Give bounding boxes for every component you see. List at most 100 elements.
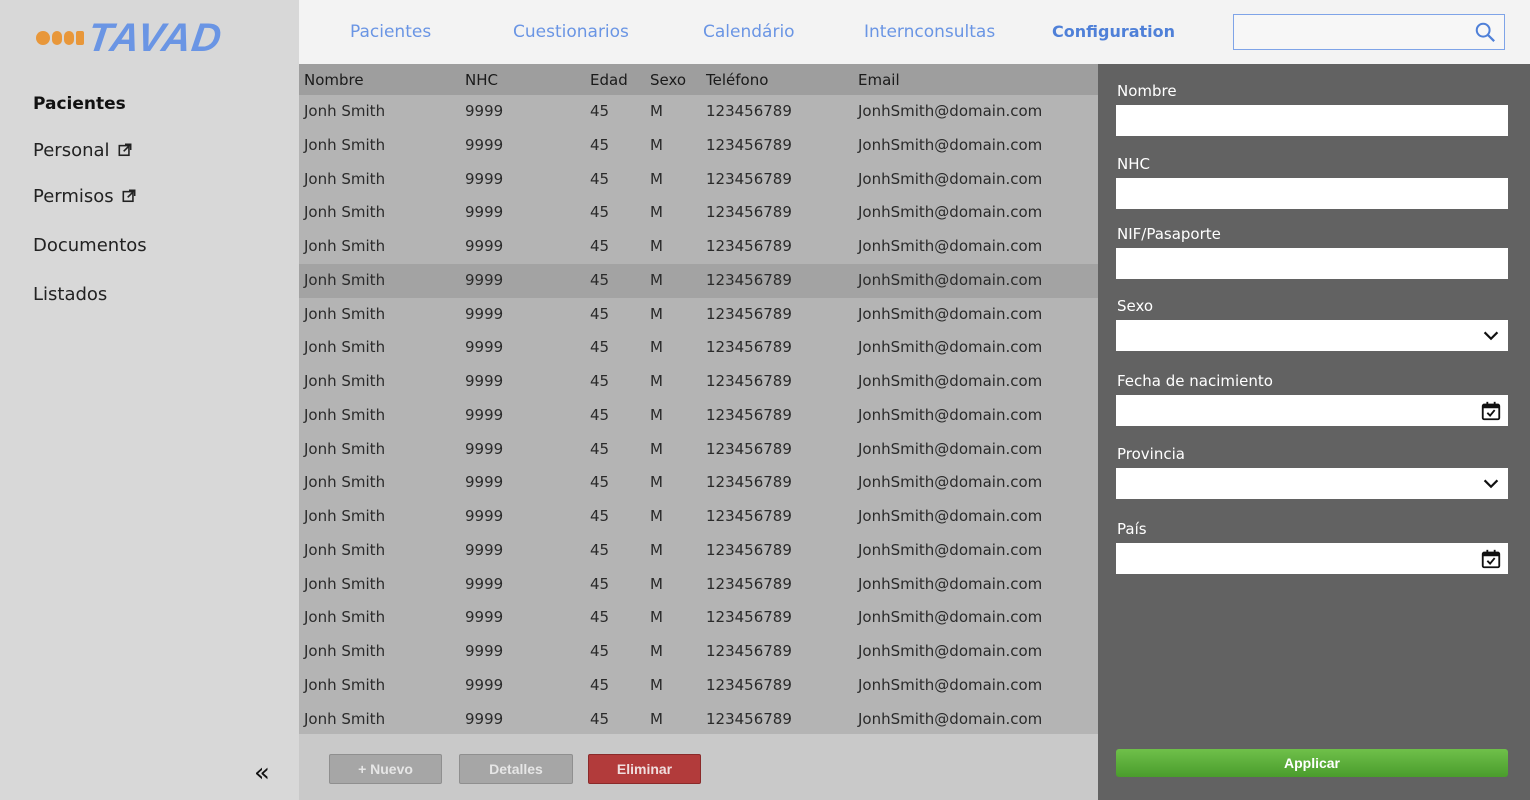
table-row[interactable]: Jonh Smith 9999 45 M 123456789 JonhSmith@doma…	[299, 331, 1098, 365]
details-button[interactable]: Detalles	[459, 754, 573, 784]
table-row[interactable]: Jonh Smith 9999 45 M 123456789 JonhSmith@doma…	[299, 95, 1098, 129]
cell-sexo: M	[650, 372, 663, 390]
nombre-field[interactable]	[1116, 105, 1508, 136]
cell-email: JonhSmith@domain.com	[858, 473, 1043, 492]
apply-button[interactable]: Applicar	[1116, 749, 1508, 777]
column-header-nombre[interactable]: Nombre	[304, 71, 364, 89]
cell-email: JonhSmith@domain.com	[858, 135, 1043, 154]
sidebar-item-listados[interactable]: Listados	[33, 282, 147, 306]
collapse-sidebar-button[interactable]: «	[254, 760, 270, 786]
cell-telefono: 123456789	[706, 237, 792, 255]
cell-sexo: M	[650, 203, 663, 222]
table-row[interactable]: Jonh Smith 9999 45 M 123456789 JonhSmith@doma…	[299, 669, 1098, 703]
cell-email: JonhSmith@domain.com	[858, 203, 1043, 222]
cell-nhc: 9999	[465, 507, 504, 525]
column-header-email[interactable]: Email	[858, 71, 900, 89]
cell-email: JonhSmith@domain.com	[858, 608, 1043, 627]
cell-edad: 45	[590, 439, 610, 458]
cell-nombre: Jonh Smith	[304, 642, 386, 660]
column-header-edad[interactable]: Edad	[590, 71, 628, 89]
table-row[interactable]: Jonh Smith 9999 45 M 123456789 JonhSmith@doma…	[299, 129, 1098, 163]
cell-telefono: 123456789	[706, 304, 792, 323]
table-row[interactable]: Jonh Smith 9999 45 M 123456789 JonhSmith@doma…	[299, 703, 1098, 737]
cell-nhc: 9999	[465, 709, 504, 728]
tab-calendario[interactable]: Calendário	[703, 22, 795, 42]
chevron-down-icon	[1483, 331, 1499, 341]
table-row[interactable]: Jonh Smith 9999 45 M 123456789 JonhSmith@doma…	[299, 399, 1098, 433]
table-row[interactable]: Jonh Smith 9999 45 M 123456789 JonhSmith@doma…	[299, 466, 1098, 500]
cell-edad: 45	[590, 135, 610, 154]
search-input[interactable]	[1233, 14, 1505, 50]
cell-sexo: M	[650, 709, 663, 728]
cell-email: JonhSmith@domain.com	[858, 439, 1043, 458]
cell-edad: 45	[590, 709, 610, 728]
cell-telefono: 123456789	[706, 642, 792, 660]
sidebar-item-personal[interactable]: Personal	[33, 138, 147, 162]
table-row[interactable]: Jonh Smith 9999 45 M 123456789 JonhSmith@doma…	[299, 365, 1098, 399]
new-button[interactable]: + Nuevo	[329, 754, 442, 784]
cell-email: JonhSmith@domain.com	[858, 709, 1043, 728]
cell-nombre: Jonh Smith	[304, 304, 386, 323]
sidebar-item-documentos[interactable]: Documentos	[33, 233, 147, 257]
tab-pacientes[interactable]: Pacientes	[350, 22, 431, 42]
pais-field[interactable]	[1116, 543, 1508, 574]
table-row[interactable]: Jonh Smith 9999 45 M 123456789 JonhSmith@doma…	[299, 230, 1098, 264]
cell-sexo: M	[650, 405, 663, 424]
tab-configuration[interactable]: Configuration	[1052, 22, 1175, 41]
table-row[interactable]: Jonh Smith 9999 45 M 123456789 JonhSmith@doma…	[299, 500, 1098, 534]
cell-edad: 45	[590, 203, 610, 222]
cell-sexo: M	[650, 642, 663, 660]
sidebar-item-permisos[interactable]: Permisos	[33, 184, 147, 208]
table-row[interactable]: Jonh Smith 9999 45 M 123456789 JonhSmith@doma…	[299, 433, 1098, 467]
cell-sexo: M	[650, 270, 663, 289]
filter-label-nhc: NHC	[1117, 155, 1150, 173]
calendar-icon[interactable]	[1480, 400, 1502, 422]
cell-nombre: Jonh Smith	[304, 372, 386, 390]
cell-nhc: 9999	[465, 473, 504, 492]
cell-email: JonhSmith@domain.com	[858, 574, 1043, 593]
table-row[interactable]: Jonh Smith 9999 45 M 123456789 JonhSmith@doma…	[299, 298, 1098, 332]
sidebar-item-pacientes[interactable]: Pacientes	[33, 92, 147, 116]
cell-nhc: 9999	[465, 675, 504, 694]
sidebar-item-label: Listados	[33, 283, 108, 305]
cell-telefono: 123456789	[706, 169, 792, 188]
cell-telefono: 123456789	[706, 439, 792, 458]
cell-sexo: M	[650, 675, 663, 694]
table-row[interactable]: Jonh Smith 9999 45 M 123456789 JonhSmith@doma…	[299, 568, 1098, 602]
filter-label-nombre: Nombre	[1117, 82, 1177, 100]
table-row[interactable]: Jonh Smith 9999 45 M 123456789 JonhSmith@doma…	[299, 534, 1098, 568]
logo[interactable]: TAVAD	[36, 16, 225, 60]
table-body: Jonh Smith 9999 45 M 123456789 JonhSmith@doma…	[299, 95, 1098, 736]
fecha-nacimiento-field[interactable]	[1116, 395, 1508, 426]
cell-edad: 45	[590, 270, 610, 289]
cell-nombre: Jonh Smith	[304, 709, 386, 728]
cell-telefono: 123456789	[706, 473, 792, 492]
sidebar-item-label: Documentos	[33, 234, 147, 256]
cell-email: JonhSmith@domain.com	[858, 270, 1043, 289]
tab-internconsultas[interactable]: Internconsultas	[864, 22, 995, 42]
cell-nombre: Jonh Smith	[304, 135, 386, 154]
cell-nombre: Jonh Smith	[304, 237, 386, 255]
table-row[interactable]: Jonh Smith 9999 45 M 123456789 JonhSmith@doma…	[299, 163, 1098, 197]
sexo-select[interactable]	[1116, 320, 1508, 351]
nif-field[interactable]	[1116, 248, 1508, 279]
cell-telefono: 123456789	[706, 135, 792, 154]
column-header-nhc[interactable]: NHC	[465, 71, 498, 89]
delete-button[interactable]: Eliminar	[588, 754, 701, 784]
nhc-field[interactable]	[1116, 178, 1508, 209]
cell-email: JonhSmith@domain.com	[858, 405, 1043, 424]
cell-telefono: 123456789	[706, 608, 792, 627]
table-row[interactable]: Jonh Smith 9999 45 M 123456789 JonhSmith@doma…	[299, 263, 1098, 298]
table-row[interactable]: Jonh Smith 9999 45 M 123456789 JonhSmith@doma…	[299, 196, 1098, 230]
cell-nhc: 9999	[465, 642, 504, 660]
column-header-telefono[interactable]: Teléfono	[706, 71, 768, 89]
cell-email: JonhSmith@domain.com	[858, 372, 1043, 390]
search-icon[interactable]	[1474, 21, 1496, 43]
column-header-sexo[interactable]: Sexo	[650, 71, 686, 89]
provincia-select[interactable]	[1116, 468, 1508, 499]
calendar-icon[interactable]	[1480, 548, 1502, 570]
cell-edad: 45	[590, 574, 610, 593]
tab-cuestionarios[interactable]: Cuestionarios	[513, 22, 629, 42]
table-row[interactable]: Jonh Smith 9999 45 M 123456789 JonhSmith@doma…	[299, 635, 1098, 669]
table-row[interactable]: Jonh Smith 9999 45 M 123456789 JonhSmith@doma…	[299, 601, 1098, 635]
